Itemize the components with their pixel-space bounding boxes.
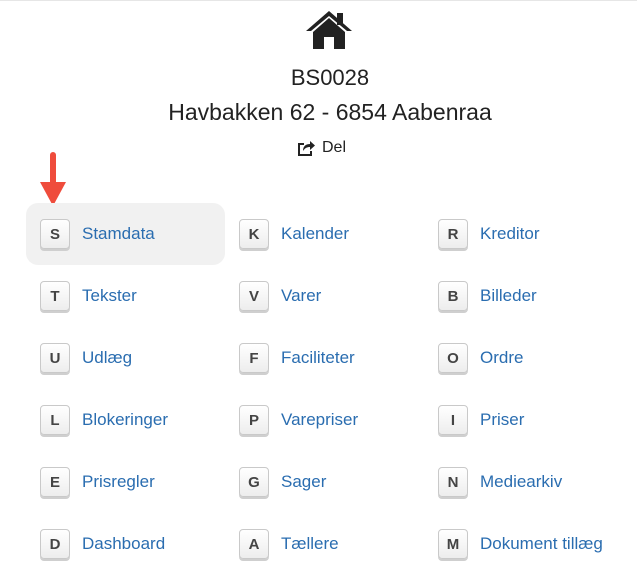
shortcut-menu: S Stamdata K Kalender R Kreditor T Tekster V Vare…	[26, 203, 626, 574]
menu-item-label: Udlæg	[82, 348, 133, 367]
menu-item-label: Kreditor	[480, 224, 540, 243]
property-code: BS0028	[290, 65, 370, 90]
shortcut-key: M	[438, 529, 468, 559]
shortcut-key: I	[438, 405, 468, 435]
shortcut-key: P	[239, 405, 269, 435]
shortcut-key: L	[40, 405, 70, 435]
menu-item-faciliteter[interactable]: F Faciliteter	[225, 327, 424, 389]
menu-item-label: Dokument tillæg	[480, 534, 603, 553]
menu-item-label: Tællere	[281, 534, 339, 553]
shortcut-key: U	[40, 343, 70, 373]
shortcut-key: N	[438, 467, 468, 497]
shortcut-key: D	[40, 529, 70, 559]
menu-item-priser[interactable]: I Priser	[424, 389, 624, 451]
menu-item-tekster[interactable]: T Tekster	[26, 265, 225, 327]
menu-item-kreditor[interactable]: R Kreditor	[424, 203, 624, 265]
menu-item-prisregler[interactable]: E Prisregler	[26, 451, 225, 513]
menu-item-label: Blokeringer	[82, 410, 168, 429]
shortcut-key: O	[438, 343, 468, 373]
share-link[interactable]: Del	[296, 139, 346, 157]
shortcut-key: G	[239, 467, 269, 497]
menu-item-kalender[interactable]: K Kalender	[225, 203, 424, 265]
shortcut-key: S	[40, 219, 70, 249]
property-page: BS0028 Havbakken 62 - 6854 Aabenraa Del …	[0, 0, 637, 574]
share-label: Del	[322, 139, 347, 156]
menu-item-label: Varepriser	[281, 410, 359, 429]
shortcut-key: K	[239, 219, 269, 249]
menu-item-label: Mediearkiv	[480, 472, 563, 491]
menu-item-label: Tekster	[82, 286, 137, 305]
menu-item-label: Kalender	[281, 224, 350, 243]
menu-item-dokument-tillaeg[interactable]: M Dokument tillæg	[424, 513, 624, 574]
menu-item-label: Ordre	[480, 348, 524, 367]
menu-item-blokeringer[interactable]: L Blokeringer	[26, 389, 225, 451]
shortcut-key: R	[438, 219, 468, 249]
home-icon	[306, 11, 352, 49]
shortcut-key: F	[239, 343, 269, 373]
shortcut-key: T	[40, 281, 70, 311]
menu-item-mediearkiv[interactable]: N Mediearkiv	[424, 451, 624, 513]
property-address: Havbakken 62 - 6854 Aabenraa	[168, 99, 492, 125]
menu-item-sager[interactable]: G Sager	[225, 451, 424, 513]
menu-item-label: Billeder	[480, 286, 537, 305]
pointer-arrow-icon	[40, 152, 66, 206]
menu-item-ordre[interactable]: O Ordre	[424, 327, 624, 389]
shortcut-key: E	[40, 467, 70, 497]
menu-item-label: Sager	[281, 472, 327, 491]
shortcut-key: A	[239, 529, 269, 559]
menu-item-label: Varer	[281, 286, 322, 305]
menu-item-dashboard[interactable]: D Dashboard	[26, 513, 225, 574]
menu-item-billeder[interactable]: B Billeder	[424, 265, 624, 327]
menu-item-label: Prisregler	[82, 472, 155, 491]
menu-item-taellere[interactable]: A Tællere	[225, 513, 424, 574]
share-icon	[298, 141, 315, 156]
shortcut-key: B	[438, 281, 468, 311]
menu-item-stamdata[interactable]: S Stamdata	[26, 203, 225, 265]
menu-item-label: Dashboard	[82, 534, 166, 553]
menu-item-varer[interactable]: V Varer	[225, 265, 424, 327]
menu-item-label: Priser	[480, 410, 525, 429]
shortcut-key: V	[239, 281, 269, 311]
menu-item-udlaeg[interactable]: U Udlæg	[26, 327, 225, 389]
menu-item-varepriser[interactable]: P Varepriser	[225, 389, 424, 451]
menu-item-label: Faciliteter	[281, 348, 355, 367]
menu-item-label: Stamdata	[82, 224, 155, 243]
